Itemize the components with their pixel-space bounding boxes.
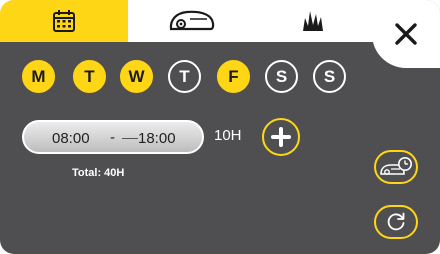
tab-mower[interactable] [128, 0, 256, 42]
end-time: 18:00 [138, 130, 176, 147]
separator-line [122, 138, 138, 139]
plus-icon [271, 127, 291, 147]
mower-icon [169, 10, 215, 31]
close-button[interactable] [372, 0, 440, 68]
tab-grass[interactable] [256, 0, 372, 42]
duration-label: 10H [214, 127, 242, 144]
day-toggle[interactable]: T [168, 60, 201, 93]
total-hours: Total: 40H [72, 167, 125, 179]
day-toggle[interactable]: S [313, 60, 346, 93]
grass-icon [303, 11, 323, 31]
day-toggle[interactable]: T [73, 60, 106, 93]
start-time: 08:00 [52, 130, 90, 147]
day-toggle[interactable]: M [22, 60, 55, 93]
mower-schedule-icon [380, 157, 412, 175]
schedule-panel: M T W T F S S 08:00 - 18:00 10H Total: 4… [0, 0, 440, 254]
close-icon [395, 23, 417, 45]
reset-button[interactable] [374, 205, 418, 239]
tab-calendar[interactable] [0, 0, 128, 42]
time-separator: - [110, 129, 115, 146]
day-toggle[interactable]: W [120, 60, 153, 93]
day-toggle[interactable]: S [265, 60, 298, 93]
mower-schedule-button[interactable] [374, 150, 418, 184]
time-range-field[interactable]: 08:00 - 18:00 [22, 120, 204, 154]
day-toggle[interactable]: F [217, 60, 250, 93]
refresh-icon [387, 212, 405, 231]
add-time-button[interactable] [262, 118, 300, 156]
calendar-icon [53, 10, 75, 32]
